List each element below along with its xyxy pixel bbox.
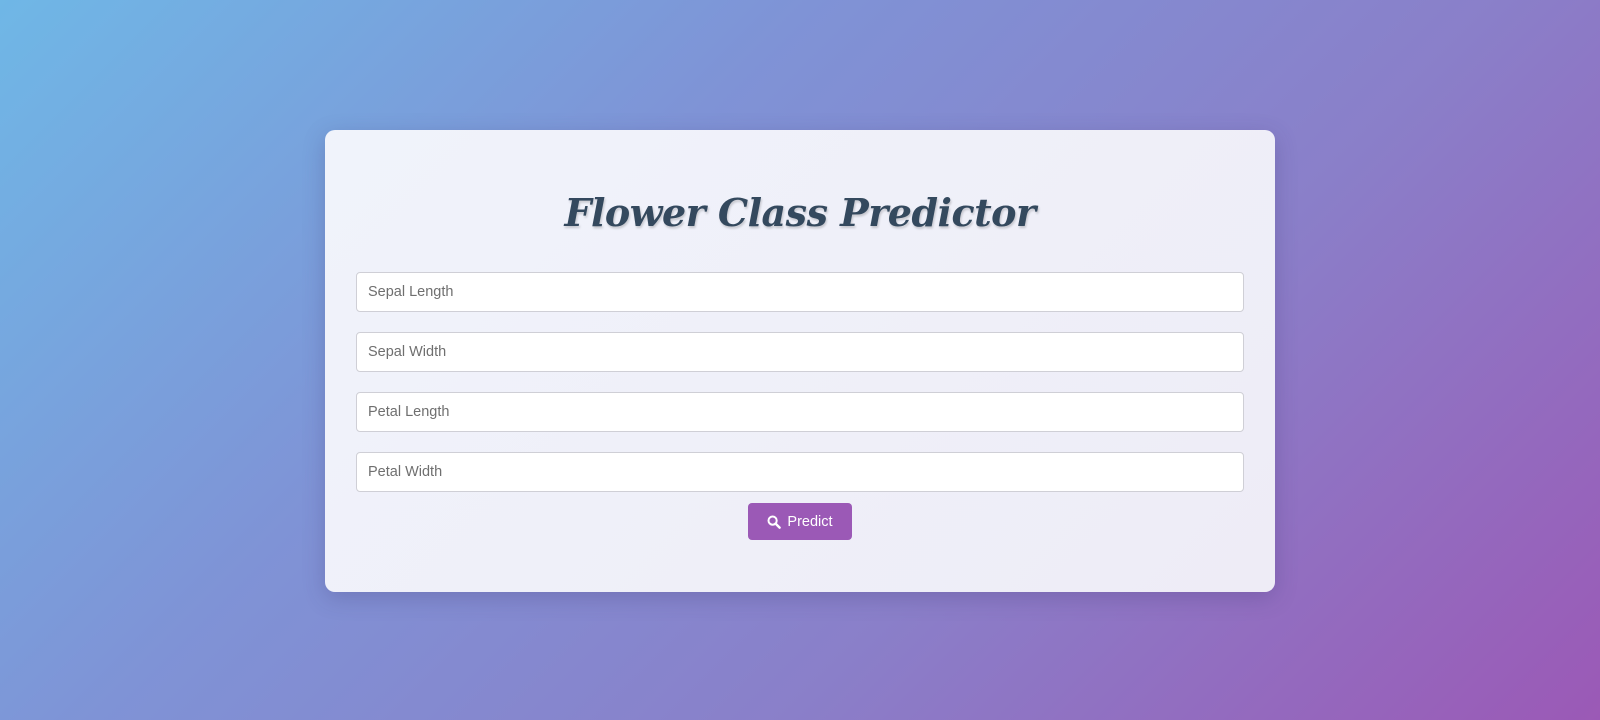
page-title: Flower Class Predictor xyxy=(564,190,1036,235)
search-icon xyxy=(767,515,782,529)
sepal-width-input[interactable] xyxy=(356,332,1244,372)
petal-length-input[interactable] xyxy=(356,392,1244,432)
predict-button-label: Predict xyxy=(787,513,833,530)
input-fields xyxy=(356,272,1244,492)
petal-width-input[interactable] xyxy=(356,452,1244,492)
sepal-length-input[interactable] xyxy=(356,272,1244,312)
form-actions: Predict xyxy=(356,503,1244,540)
predict-button[interactable]: Predict xyxy=(748,503,852,540)
predictor-card: Flower Class Predictor Predict xyxy=(325,130,1275,592)
